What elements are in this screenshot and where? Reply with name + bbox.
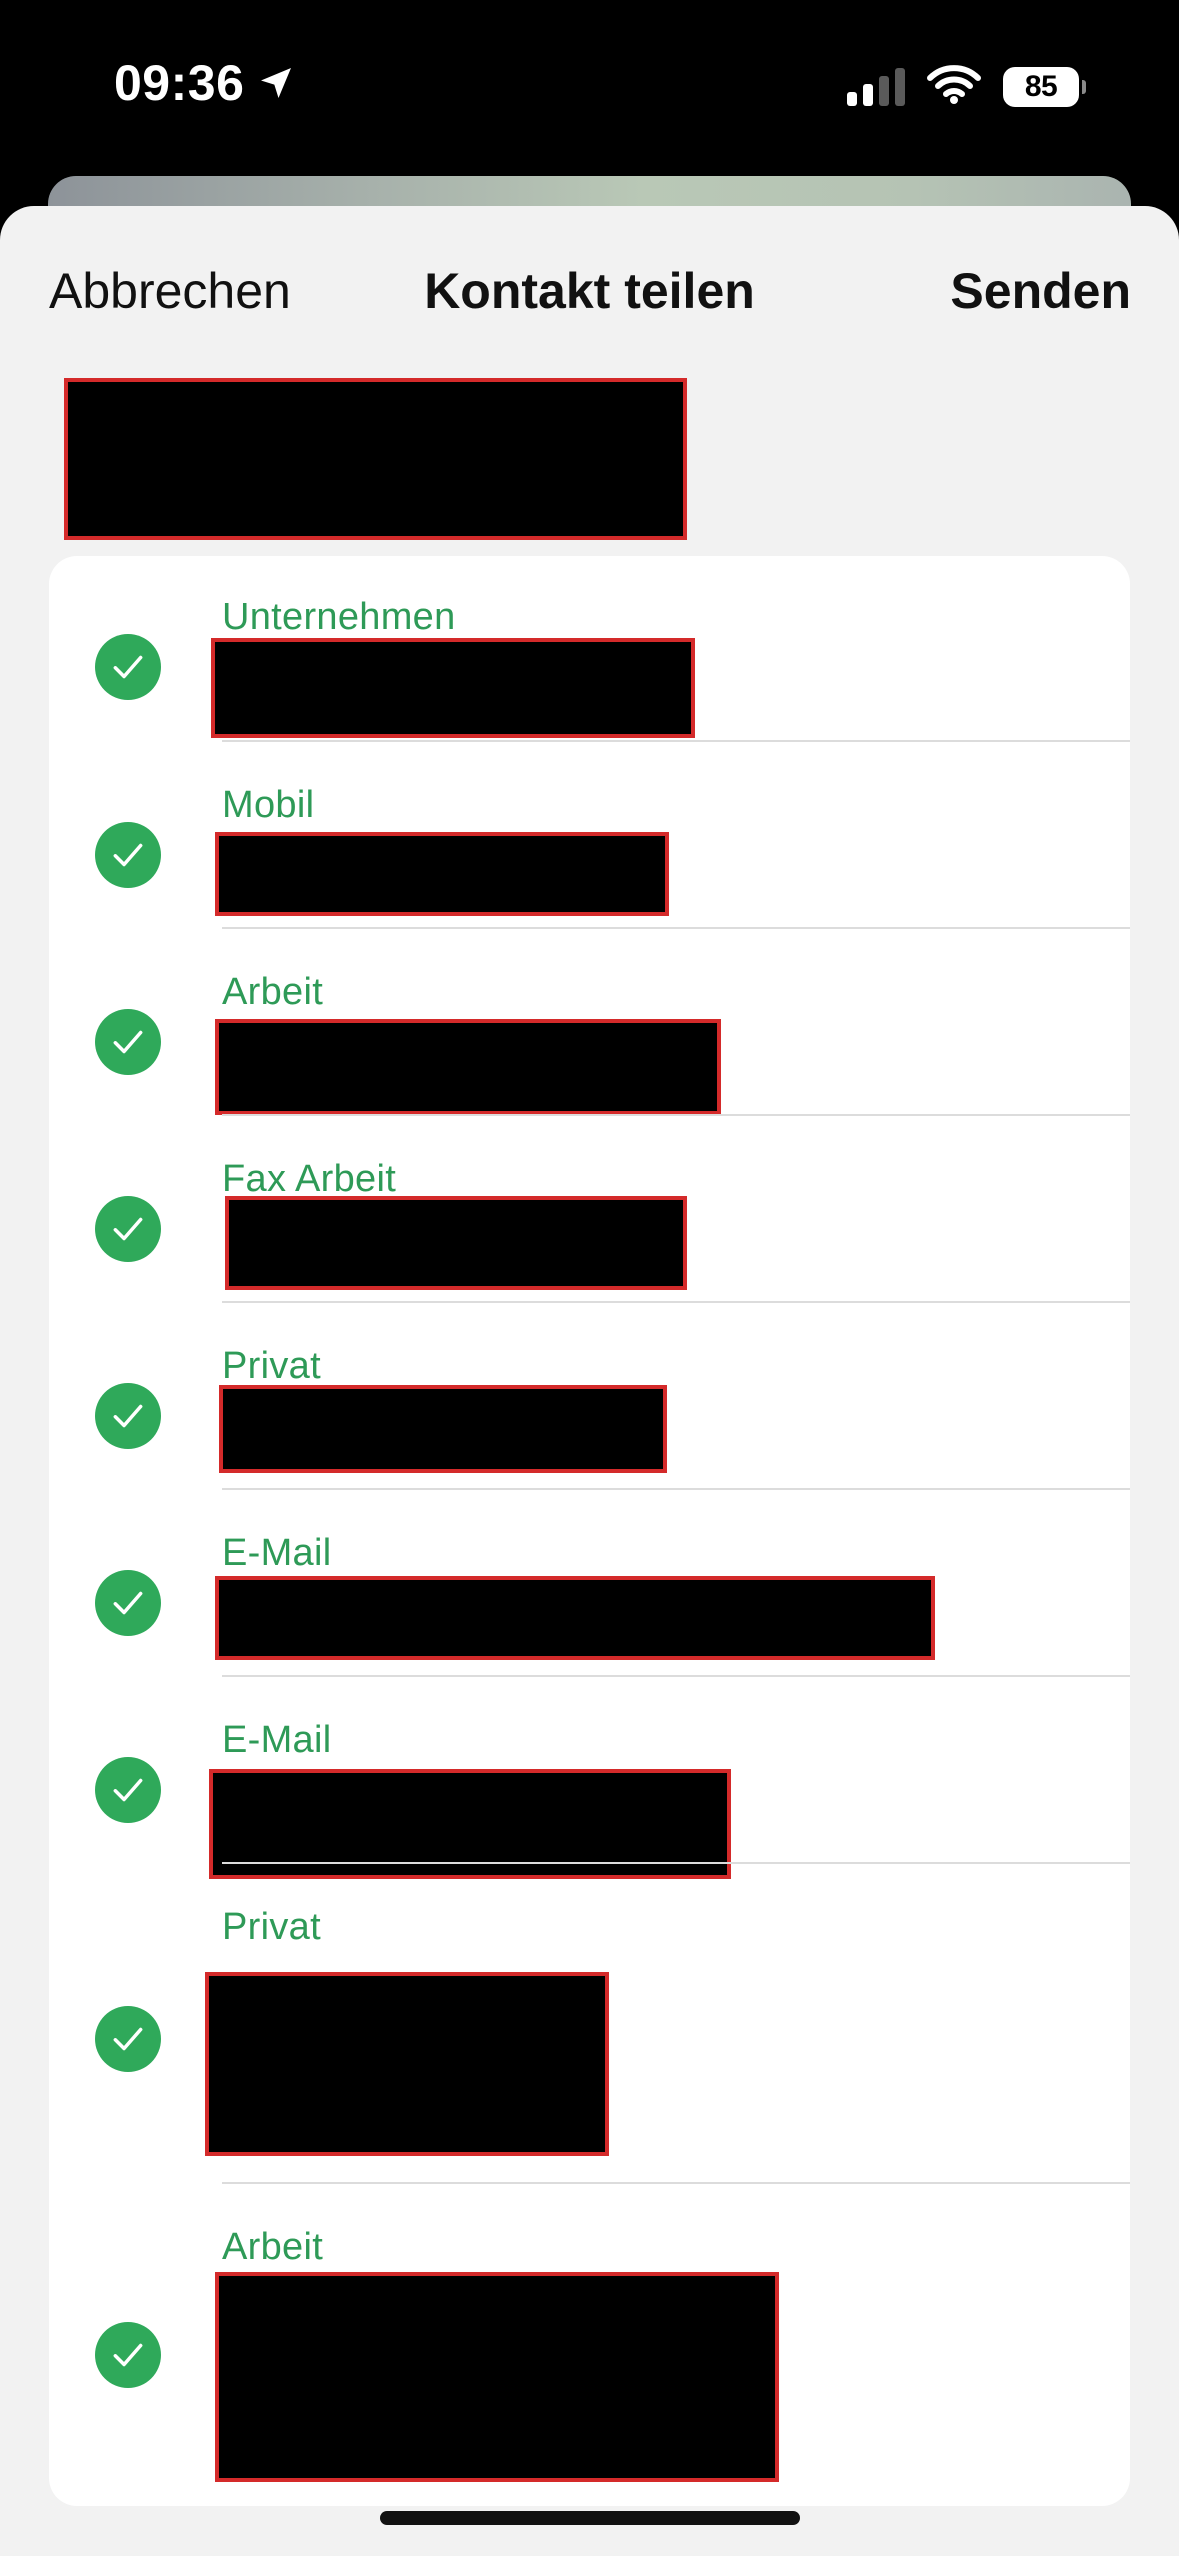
field-label: Arbeit [222,971,324,1013]
checkmark-circle-icon[interactable] [95,1757,161,1823]
field-row-work[interactable]: Arbeit [49,929,1130,1116]
field-row-home[interactable]: Privat [49,1303,1130,1490]
checkmark-circle-icon[interactable] [95,822,161,888]
wifi-icon [927,64,981,109]
field-value-redacted [211,638,695,738]
field-value-redacted [219,1385,667,1473]
contact-name-redacted [64,378,687,540]
time-group: 09:36 [114,54,296,112]
field-row-work-fax[interactable]: Fax Arbeit [49,1116,1130,1303]
field-row-email[interactable]: E-Mail [49,1677,1130,1879]
battery-level: 85 [1024,69,1058,103]
field-label: E-Mail [222,1532,332,1574]
status-bar: 09:36 85 [0,0,1179,175]
field-label: Privat [222,1906,321,1948]
field-row-mobile[interactable]: Mobil [49,742,1130,929]
field-row-company[interactable]: Unternehmen [49,556,1130,742]
field-value-redacted [205,1972,609,2156]
field-value-redacted [215,1019,721,1115]
checkmark-circle-icon[interactable] [95,1570,161,1636]
checkmark-circle-icon[interactable] [95,2006,161,2072]
checkmark-circle-icon[interactable] [95,634,161,700]
field-row-work-address[interactable]: Arbeit [49,2184,1130,2506]
checkmark-circle-icon[interactable] [95,1009,161,1075]
field-value-redacted [225,1196,687,1290]
status-time: 09:36 [114,55,245,111]
field-row-home-address[interactable]: Privat [49,1864,1130,2184]
status-icons: 85 [847,64,1086,109]
field-value-redacted [215,2272,779,2482]
checkmark-circle-icon[interactable] [95,1196,161,1262]
checkmark-circle-icon[interactable] [95,2322,161,2388]
checkmark-circle-icon[interactable] [95,1383,161,1449]
field-label: Fax Arbeit [222,1158,397,1200]
location-arrow-icon [256,63,296,103]
send-button[interactable]: Senden [950,262,1131,320]
field-label: Unternehmen [222,596,456,638]
field-label: Privat [222,1345,321,1387]
share-contact-sheet: Abbrechen Kontakt teilen Senden Unterneh… [0,206,1179,2556]
field-value-redacted [215,1576,935,1660]
field-label: Arbeit [222,2226,324,2268]
home-indicator[interactable] [380,2511,800,2525]
field-row-email[interactable]: E-Mail [49,1490,1130,1677]
field-label: Mobil [222,784,315,826]
field-value-redacted [215,832,669,916]
contact-fields-list: Unternehmen Mobil Arbeit Fax Arbeit Priv… [49,556,1130,2506]
navigation-bar: Abbrechen Kontakt teilen Senden [0,206,1179,376]
battery-icon: 85 [1003,66,1086,107]
field-label: E-Mail [222,1719,332,1761]
cellular-signal-icon [847,67,905,106]
